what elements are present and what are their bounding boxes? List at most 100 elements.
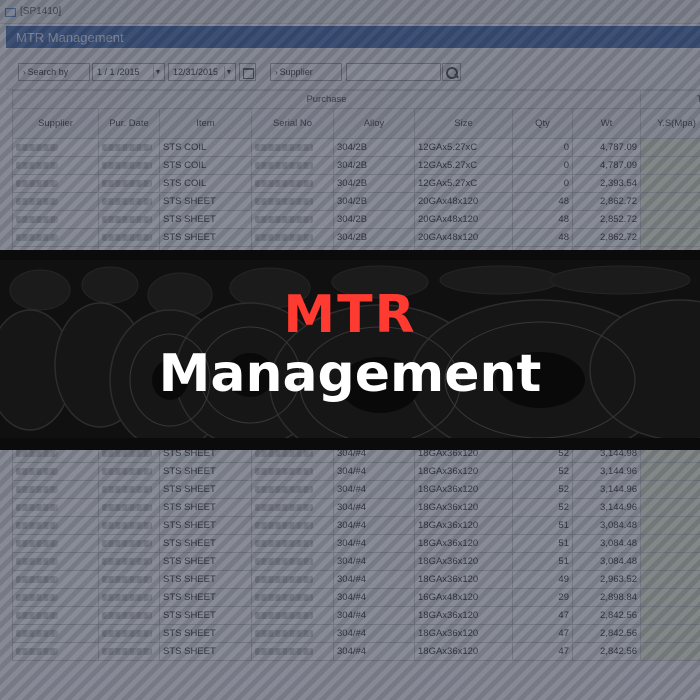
size-cell[interactable]: 20GAx48x120 [414, 210, 513, 229]
wt-cell[interactable]: 2,842.56 [571, 606, 642, 625]
alloy-cell[interactable]: 304/#4 [333, 606, 415, 625]
supplier-cell[interactable] [12, 534, 99, 553]
size-cell[interactable]: 18GAx36x120 [414, 516, 513, 535]
search-icon[interactable] [442, 63, 461, 81]
ys-cell[interactable]: 0 [640, 624, 700, 643]
ys-cell[interactable]: 0 [640, 498, 700, 517]
size-cell[interactable]: 18GAx36x120 [414, 624, 513, 643]
pur-date-cell[interactable] [98, 606, 160, 625]
size-cell[interactable]: 20GAx48x120 [414, 192, 513, 211]
date-from-picker[interactable]: 1 / 1 /2015 ▼ [92, 63, 165, 81]
ys-cell[interactable]: 0 [640, 174, 700, 193]
serial-no-cell[interactable] [251, 570, 334, 589]
wt-cell[interactable]: 3,144.96 [571, 480, 642, 499]
serial-no-cell[interactable] [251, 516, 334, 535]
table-row[interactable]: STS COIL304/2B12GAx5.27xC04,787.090 [12, 156, 700, 175]
supplier-cell[interactable] [12, 570, 99, 589]
supplier-cell[interactable] [12, 642, 99, 661]
ys-cell[interactable]: 0 [640, 480, 700, 499]
qty-cell[interactable]: 48 [512, 210, 573, 229]
ys-cell[interactable]: 0 [640, 606, 700, 625]
item-cell[interactable]: STS SHEET [159, 210, 252, 229]
qty-cell[interactable]: 0 [512, 156, 573, 175]
item-cell[interactable]: STS SHEET [159, 192, 252, 211]
pur-date-cell[interactable] [98, 624, 160, 643]
size-cell[interactable]: 18GAx36x120 [414, 462, 513, 481]
size-cell[interactable]: 18GAx36x120 [414, 480, 513, 499]
supplier-button[interactable]: › Supplier [270, 63, 342, 81]
pur-date-cell[interactable] [98, 156, 160, 175]
column-header-serial-no[interactable]: Serial No [251, 108, 334, 139]
serial-no-cell[interactable] [251, 210, 334, 229]
item-cell[interactable]: STS COIL [159, 138, 252, 157]
alloy-cell[interactable]: 304/2B [333, 210, 415, 229]
column-header-pur-date[interactable]: Pur. Date [98, 108, 160, 139]
alloy-cell[interactable]: 304/2B [333, 156, 415, 175]
pur-date-cell[interactable] [98, 138, 160, 157]
column-header-qty[interactable]: Qty [512, 108, 573, 139]
serial-no-cell[interactable] [251, 480, 334, 499]
ys-cell[interactable]: 0 [640, 156, 700, 175]
wt-cell[interactable]: 2,898.84 [571, 588, 642, 607]
item-cell[interactable]: STS SHEET [159, 552, 252, 571]
ys-cell[interactable]: 0 [640, 228, 700, 247]
item-cell[interactable]: STS SHEET [159, 642, 252, 661]
size-cell[interactable]: 18GAx36x120 [414, 570, 513, 589]
size-cell[interactable]: 18GAx36x120 [414, 552, 513, 571]
serial-no-cell[interactable] [251, 138, 334, 157]
date-to-picker[interactable]: 12/31/2015 ▼ [168, 63, 236, 81]
table-row[interactable]: STS SHEET 304/#418GAx36x120472,842.560 [12, 642, 700, 661]
qty-cell[interactable]: 0 [512, 174, 573, 193]
alloy-cell[interactable]: 304/#4 [333, 642, 415, 661]
ys-cell[interactable]: 0 [640, 642, 700, 661]
pur-date-cell[interactable] [98, 228, 160, 247]
wt-cell[interactable]: 4,787.09 [571, 138, 642, 157]
pur-date-cell[interactable] [98, 498, 160, 517]
size-cell[interactable]: 12GAx5.27xC [414, 138, 513, 157]
qty-cell[interactable]: 47 [512, 642, 573, 661]
pur-date-cell[interactable] [98, 516, 160, 535]
serial-no-cell[interactable] [251, 534, 334, 553]
qty-cell[interactable]: 51 [512, 516, 573, 535]
supplier-cell[interactable] [12, 174, 99, 193]
alloy-cell[interactable]: 304/#4 [333, 588, 415, 607]
pur-date-cell[interactable] [98, 642, 160, 661]
wt-cell[interactable]: 2,862.72 [571, 192, 642, 211]
table-row[interactable]: STS SHEET 304/#418GAx36x120513,084.480 [12, 516, 700, 535]
ys-cell[interactable]: 0 [640, 138, 700, 157]
serial-no-cell[interactable] [251, 192, 334, 211]
alloy-cell[interactable]: 304/2B [333, 138, 415, 157]
alloy-cell[interactable]: 304/2B [333, 228, 415, 247]
alloy-cell[interactable]: 304/#4 [333, 570, 415, 589]
item-cell[interactable]: STS SHEET [159, 498, 252, 517]
size-cell[interactable]: 12GAx5.27xC [414, 156, 513, 175]
size-cell[interactable]: 18GAx36x120 [414, 606, 513, 625]
serial-no-cell[interactable] [251, 588, 334, 607]
table-row[interactable]: STS SHEET 304/#418GAx36x120472,842.560 [12, 624, 700, 643]
ys-cell[interactable]: 0 [640, 588, 700, 607]
wt-cell[interactable]: 3,084.48 [571, 534, 642, 553]
table-row[interactable]: STS SHEET 304/#418GAx36x120513,084.480 [12, 552, 700, 571]
supplier-cell[interactable] [12, 192, 99, 211]
alloy-cell[interactable]: 304/#4 [333, 624, 415, 643]
supplier-input[interactable] [346, 63, 441, 81]
size-cell[interactable]: 16GAx48x120 [414, 588, 513, 607]
item-cell[interactable]: STS SHEET [159, 462, 252, 481]
item-cell[interactable]: STS SHEET [159, 516, 252, 535]
wt-cell[interactable]: 2,842.56 [571, 624, 642, 643]
item-cell[interactable]: STS SHEET [159, 228, 252, 247]
ys-cell[interactable]: 0 [640, 516, 700, 535]
wt-cell[interactable]: 3,144.96 [571, 462, 642, 481]
item-cell[interactable]: STS SHEET [159, 606, 252, 625]
serial-no-cell[interactable] [251, 552, 334, 571]
column-header-item[interactable]: Item [159, 108, 252, 139]
supplier-cell[interactable] [12, 462, 99, 481]
wt-cell[interactable]: 2,852.72 [571, 210, 642, 229]
wt-cell[interactable]: 4,787.09 [571, 156, 642, 175]
qty-cell[interactable]: 51 [512, 534, 573, 553]
supplier-cell[interactable] [12, 624, 99, 643]
wt-cell[interactable]: 3,084.48 [571, 552, 642, 571]
serial-no-cell[interactable] [251, 498, 334, 517]
qty-cell[interactable]: 52 [512, 498, 573, 517]
table-row[interactable]: STS SHEET 304/2B20GAx48x120482,852.720 [12, 210, 700, 229]
